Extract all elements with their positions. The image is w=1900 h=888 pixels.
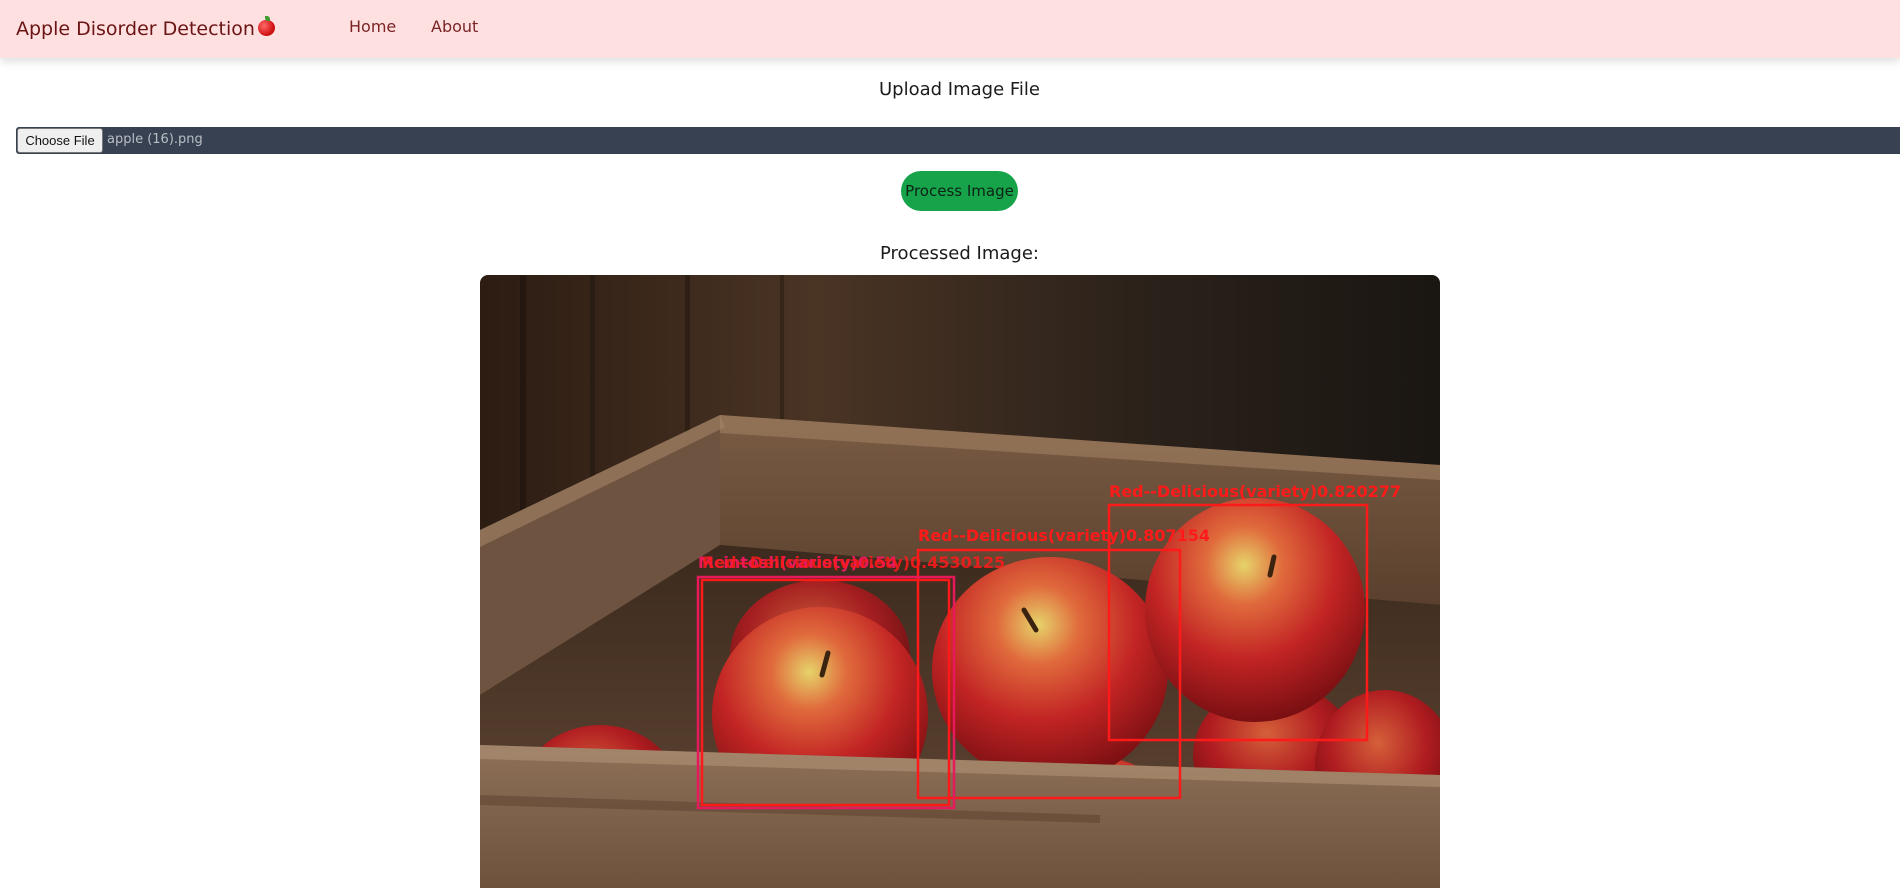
- brand[interactable]: Apple Disorder Detection: [16, 16, 275, 40]
- detection-label-2: Red--Delicious(variety)0.807154: [918, 526, 1210, 545]
- red-apple-icon: [257, 16, 275, 36]
- nav-home-link[interactable]: Home: [349, 17, 396, 36]
- choose-file-button[interactable]: Choose File: [17, 128, 103, 153]
- processed-image-title: Processed Image:: [880, 243, 1039, 264]
- file-input[interactable]: Choose File apple (16).png: [16, 127, 1900, 154]
- detection-label-4: Red--Delicious(variety)0.4530125: [702, 553, 1005, 572]
- nav-about-link[interactable]: About: [431, 17, 478, 36]
- detection-label-1: Red--Delicious(variety)0.820277: [1109, 482, 1401, 501]
- selected-file-name: apple (16).png: [107, 132, 203, 147]
- apple-crate-photo: Red--Delicious(variety)0.820277 Red--Del…: [480, 275, 1440, 888]
- navbar: Apple Disorder Detection Home About: [0, 0, 1900, 58]
- upload-title: Upload Image File: [878, 79, 1040, 100]
- processed-image: Red--Delicious(variety)0.820277 Red--Del…: [480, 275, 1440, 888]
- process-image-button[interactable]: Process Image: [901, 171, 1018, 211]
- brand-title: Apple Disorder Detection: [16, 18, 255, 40]
